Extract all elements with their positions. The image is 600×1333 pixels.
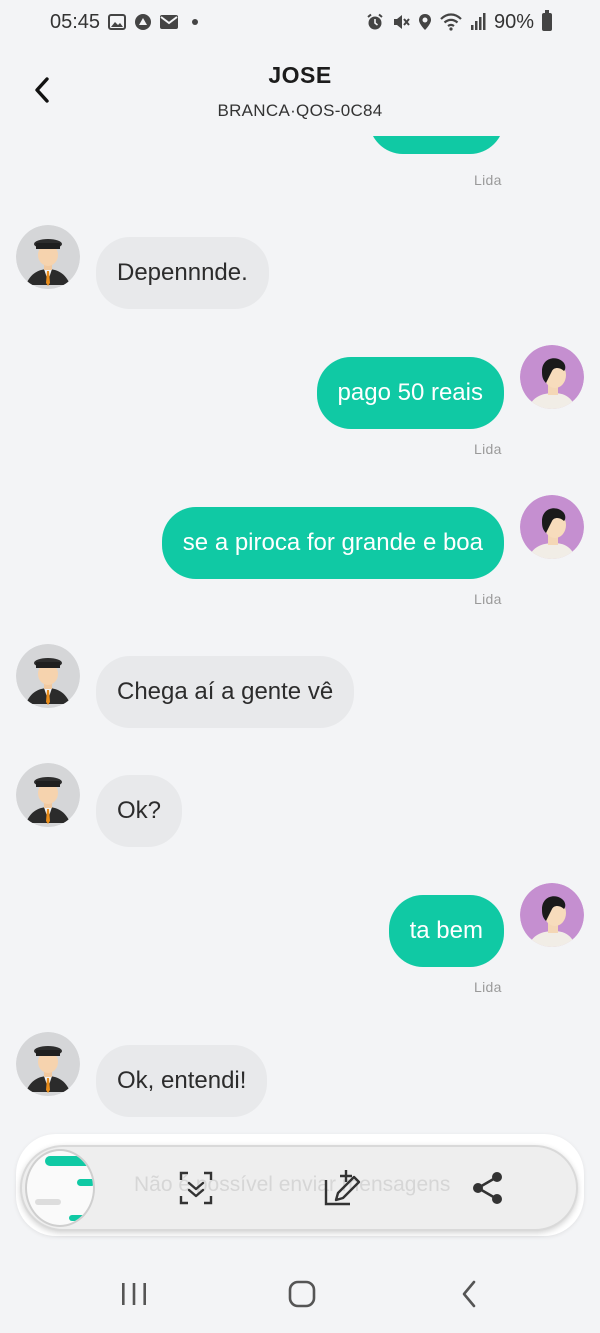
chat-header: JOSE BRANCA·QOS-0C84 [0,44,600,136]
read-status: Lida [474,979,502,995]
mute-icon [392,13,410,31]
app-icon [134,13,152,31]
screenshot-thumbnail[interactable] [25,1149,95,1227]
dot-icon [192,19,199,25]
message-bubble-in: Ok? [96,775,183,847]
header-title-wrap: JOSE BRANCA·QOS-0C84 [0,62,600,121]
status-time: 05:45 [50,10,101,33]
status-right: 90% [366,10,552,34]
user-avatar [520,345,584,409]
message-text: ta bem [409,917,483,944]
message-bubble-in: Chega aí a gente vê [96,656,355,728]
mail-icon [160,15,179,29]
message-text: Ok, entendi! [117,1067,247,1094]
user-avatar [520,883,584,947]
scroll-capture-icon[interactable] [174,1166,218,1210]
signal-icon [470,13,486,31]
location-icon [418,13,432,31]
message-text: pago 50 reais [337,379,483,406]
system-nav-bar [0,1250,600,1333]
edit-icon[interactable] [320,1166,364,1210]
read-status: Lida [474,591,502,607]
message-list[interactable]: Lida Depennnde. pago 50 reais Lida se a … [0,136,600,1130]
wifi-icon [440,13,462,31]
share-icon[interactable] [466,1166,510,1210]
message-text: Ok? [117,797,162,824]
message-bubble-out: pago 50 reais [316,357,504,429]
contact-subtitle: BRANCA·QOS-0C84 [217,101,383,120]
home-icon[interactable] [277,1274,327,1314]
battery-icon [542,10,552,31]
read-status: Lida [474,441,502,457]
back-icon[interactable] [445,1274,495,1314]
image-icon [108,14,127,30]
message-bubble-out [369,136,504,154]
message-text: se a piroca for grande e boa [182,529,483,556]
driver-avatar [16,763,80,827]
status-bar: 05:45 90% [0,0,600,44]
message-text: Depennnde. [117,259,248,286]
message-bubble-out: ta bem [388,895,504,967]
message-text: Chega aí a gente vê [117,678,334,705]
driver-avatar [16,644,80,708]
alarm-icon [366,13,384,31]
battery-percent: 90% [493,10,534,33]
message-bubble-out: se a piroca for grande e boa [161,507,504,579]
user-avatar [520,495,584,559]
contact-name: JOSE [268,62,332,88]
status-left: 05:45 [50,10,199,34]
message-bubble-in: Ok, entendi! [96,1045,268,1117]
driver-avatar [16,1032,80,1096]
message-bubble-in: Depennnde. [96,237,269,309]
driver-avatar [16,225,80,289]
read-status: Lida [474,172,502,188]
recent-apps-icon[interactable] [109,1274,159,1314]
